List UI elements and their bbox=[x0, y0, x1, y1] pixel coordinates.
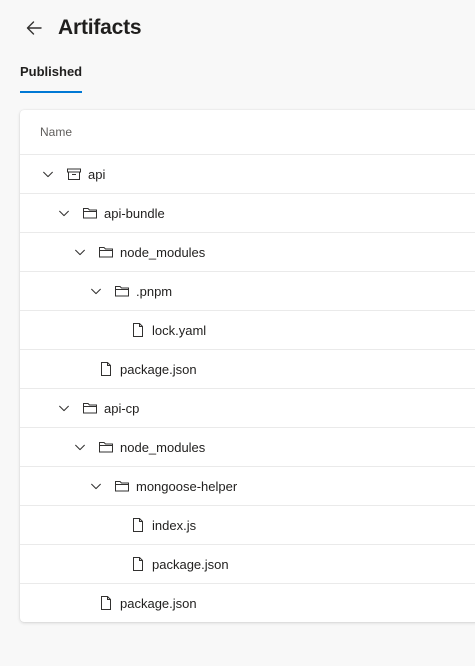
chevron-down-icon[interactable] bbox=[88, 478, 104, 494]
tree-row-label: node_modules bbox=[120, 244, 206, 260]
tree-row[interactable]: package.json bbox=[20, 350, 475, 389]
tree-row-label: package.json bbox=[120, 361, 197, 377]
folder-icon bbox=[114, 478, 130, 494]
artifact-icon bbox=[66, 166, 82, 182]
tree-row-label: api-bundle bbox=[104, 205, 165, 221]
chevron-down-icon[interactable] bbox=[72, 244, 88, 260]
file-icon bbox=[130, 556, 146, 572]
tree-row[interactable]: .pnpm bbox=[20, 272, 475, 311]
file-icon bbox=[130, 517, 146, 533]
tab-selected-indicator bbox=[20, 91, 83, 93]
tree-row[interactable]: package.json bbox=[20, 545, 475, 584]
chevron-down-icon[interactable] bbox=[40, 166, 56, 182]
folder-icon bbox=[82, 205, 98, 221]
tree-row[interactable]: package.json bbox=[20, 584, 475, 622]
column-header-name: Name bbox=[20, 110, 475, 155]
tab-bar: Published bbox=[20, 58, 83, 94]
page-title: Artifacts bbox=[58, 16, 142, 39]
chevron-down-icon[interactable] bbox=[88, 283, 104, 299]
tab-label: Published bbox=[20, 64, 83, 79]
tree-row-label: mongoose-helper bbox=[136, 478, 238, 494]
folder-icon bbox=[114, 283, 130, 299]
tree-row[interactable]: index.js bbox=[20, 506, 475, 545]
tree-row-label: .pnpm bbox=[136, 283, 173, 299]
artifacts-page: Artifacts Published Name api api-bundle no… bbox=[0, 0, 475, 666]
back-button[interactable] bbox=[20, 14, 48, 42]
tree-row[interactable]: api bbox=[20, 155, 475, 194]
tree-row[interactable]: node_modules bbox=[20, 428, 475, 467]
tree-row-label: api bbox=[88, 166, 106, 182]
page-header: Artifacts bbox=[20, 12, 142, 44]
tree-row[interactable]: lock.yaml bbox=[20, 311, 475, 350]
chevron-down-icon[interactable] bbox=[56, 400, 72, 416]
tab-published[interactable]: Published bbox=[20, 58, 83, 93]
tree-row[interactable]: node_modules bbox=[20, 233, 475, 272]
tree-row-label: lock.yaml bbox=[152, 322, 207, 338]
file-icon bbox=[98, 361, 114, 377]
file-icon bbox=[130, 322, 146, 338]
file-icon bbox=[98, 595, 114, 611]
tree-row-label: package.json bbox=[120, 595, 197, 611]
folder-icon bbox=[98, 439, 114, 455]
tree-rows: api api-bundle node_modules .pnpm lock.yaml p… bbox=[20, 155, 475, 622]
tree-row[interactable]: api-bundle bbox=[20, 194, 475, 233]
tree-row[interactable]: mongoose-helper bbox=[20, 467, 475, 506]
chevron-down-icon[interactable] bbox=[72, 439, 88, 455]
arrow-left-icon bbox=[26, 21, 42, 35]
tree-row-label: node_modules bbox=[120, 439, 206, 455]
tree-row-label: api-cp bbox=[104, 400, 140, 416]
chevron-down-icon[interactable] bbox=[56, 205, 72, 221]
folder-icon bbox=[98, 244, 114, 260]
folder-icon bbox=[82, 400, 98, 416]
artifacts-tree-table: Name api api-bundle node_modules .pnpm lock.… bbox=[20, 110, 475, 622]
tree-row[interactable]: api-cp bbox=[20, 389, 475, 428]
tree-row-label: index.js bbox=[152, 517, 197, 533]
tree-row-label: package.json bbox=[152, 556, 229, 572]
